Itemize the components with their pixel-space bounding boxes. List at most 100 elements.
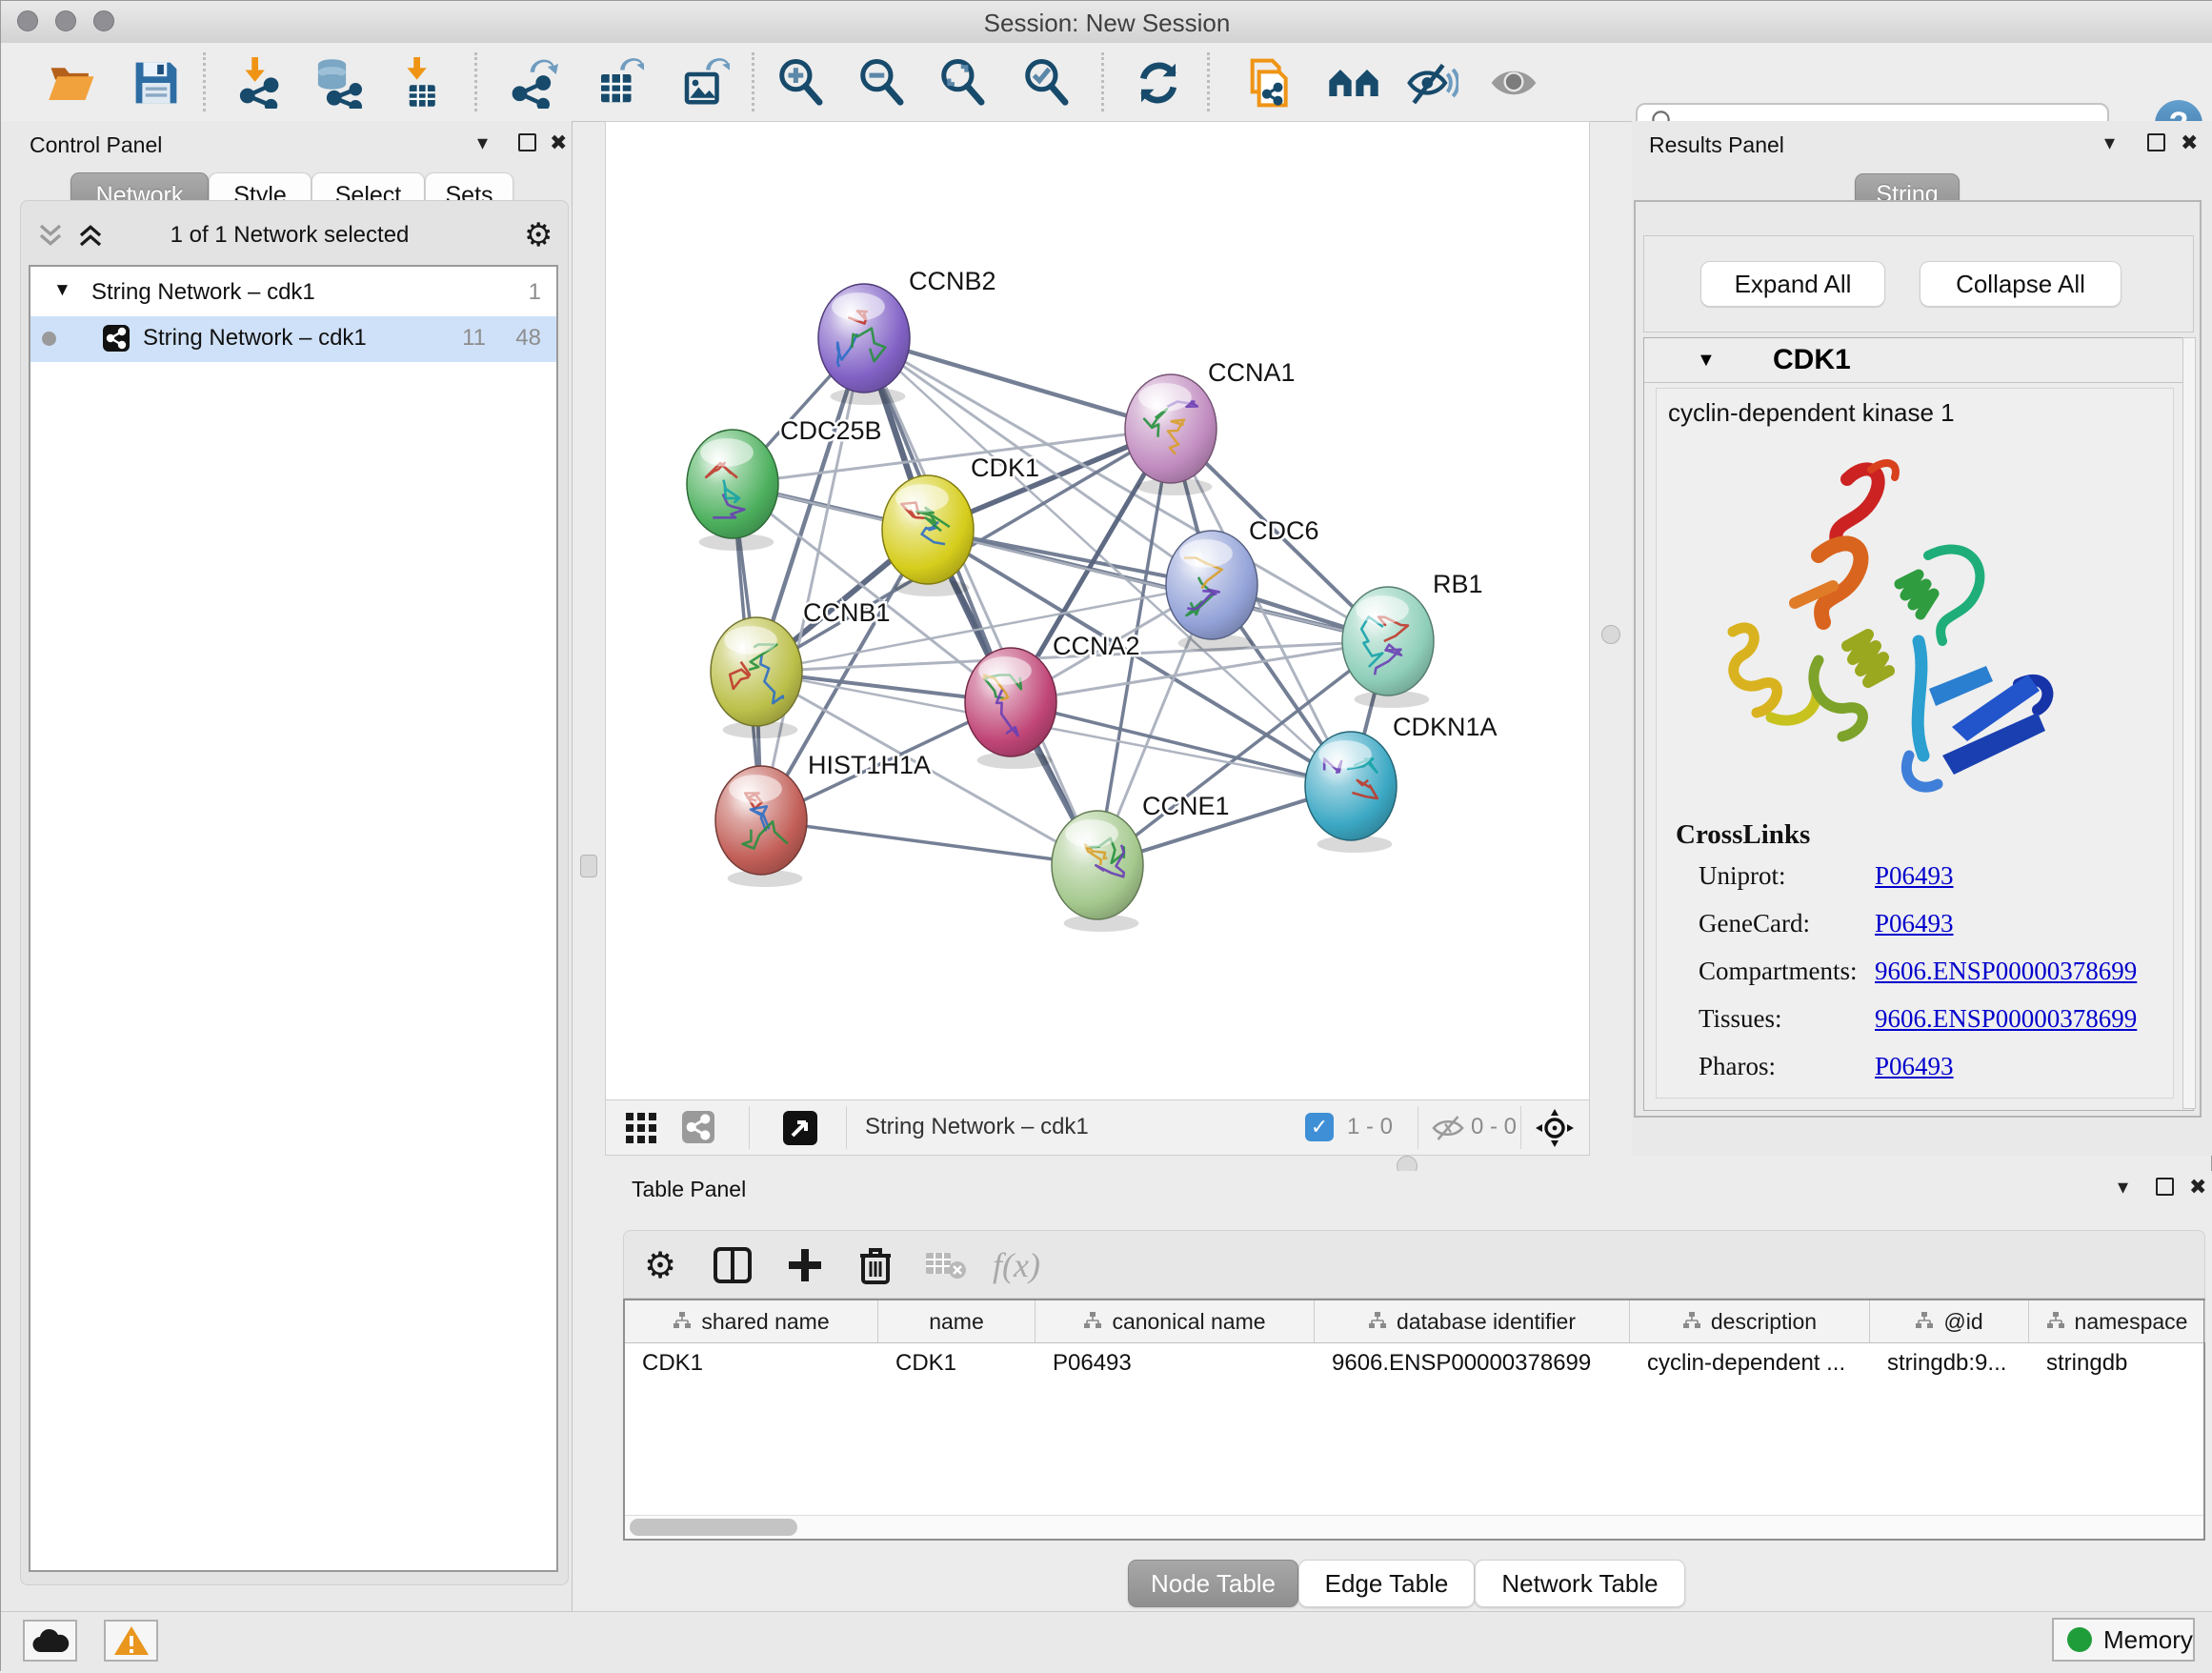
node-label-CDC6: CDC6 xyxy=(1249,516,1319,545)
table-gear-icon[interactable]: ⚙ xyxy=(635,1240,685,1290)
network-node-CCNB1[interactable]: CCNB1 xyxy=(711,598,891,738)
panel-menu-icon[interactable]: ▾ xyxy=(2104,131,2115,155)
function-builder-icon[interactable]: f(x) xyxy=(992,1240,1041,1290)
column-header-shared-name[interactable]: shared name xyxy=(625,1300,878,1342)
column-header-namespace[interactable]: namespace xyxy=(2029,1300,2205,1342)
show-columns-icon[interactable] xyxy=(708,1240,757,1290)
cloud-button[interactable] xyxy=(23,1620,77,1662)
network-edge-CCNB2-CCNE1[interactable] xyxy=(864,338,1097,865)
crosslink-tissues[interactable]: 9606.ENSP00000378699 xyxy=(1875,1004,2137,1034)
tab-edge-table[interactable]: Edge Table xyxy=(1298,1560,1475,1607)
crosslink-genecard[interactable]: P06493 xyxy=(1875,909,1954,938)
expand-all-icon[interactable] xyxy=(76,222,105,249)
collapse-all-icon[interactable] xyxy=(36,222,65,249)
delete-table-icon[interactable] xyxy=(921,1240,971,1290)
crosshair-icon[interactable] xyxy=(1536,1109,1574,1147)
crosslink-uniprot[interactable]: P06493 xyxy=(1875,861,1954,891)
network-edge-CCNB2-HIST1H1A[interactable] xyxy=(761,338,864,820)
panel-float-icon[interactable] xyxy=(2147,133,2165,151)
crosslink-compartments[interactable]: 9606.ENSP00000378699 xyxy=(1875,957,2137,986)
cloud-icon xyxy=(31,1627,70,1654)
node-label-CDKN1A: CDKN1A xyxy=(1393,713,1498,741)
export-image-icon[interactable] xyxy=(676,55,732,111)
column-header-database-identifier[interactable]: database identifier xyxy=(1315,1300,1630,1342)
open-session-icon[interactable] xyxy=(45,55,100,111)
memory-button[interactable]: Memory xyxy=(2052,1618,2195,1662)
refresh-icon[interactable] xyxy=(1131,55,1186,111)
warning-button[interactable] xyxy=(104,1620,158,1662)
toolbar-separator xyxy=(203,52,206,111)
birds-eye-view-icon[interactable] xyxy=(783,1111,817,1145)
entry-collapse-icon[interactable]: ▼ xyxy=(1697,350,1716,372)
network-node-CCNA2[interactable]: CCNA2 xyxy=(965,632,1140,769)
export-network-icon[interactable] xyxy=(505,55,560,111)
network-row-selected[interactable]: String Network – cdk1 11 48 xyxy=(30,316,556,362)
network-selection-status: 1 of 1 Network selected xyxy=(126,222,453,249)
tab-node-table[interactable]: Node Table xyxy=(1128,1560,1298,1607)
network-view-mode-icon[interactable] xyxy=(682,1111,714,1143)
network-node-CCNE1[interactable]: CCNE1 xyxy=(1052,792,1230,932)
network-node-CDC25B[interactable]: CDC25B xyxy=(687,416,882,551)
show-eye-icon[interactable] xyxy=(1486,55,1541,111)
toolbar-separator xyxy=(1101,52,1104,111)
table-header-row: shared namenamecanonical namedatabase id… xyxy=(625,1300,2203,1343)
network-node-CCNB2[interactable]: CCNB2 xyxy=(818,267,996,405)
copy-network-view-icon[interactable] xyxy=(1240,55,1296,111)
panel-close-icon[interactable]: ✖ xyxy=(2181,131,2198,155)
zoom-in-icon[interactable] xyxy=(774,55,829,111)
crosslink-pharos[interactable]: P06493 xyxy=(1875,1052,1954,1081)
tab-network-table[interactable]: Network Table xyxy=(1475,1560,1685,1607)
results-scrollbar[interactable] xyxy=(2182,337,2196,1109)
network-node-HIST1H1A[interactable]: HIST1H1A xyxy=(715,751,931,887)
save-session-icon[interactable] xyxy=(129,55,184,111)
houses-icon[interactable] xyxy=(1326,55,1381,111)
import-table-file-icon[interactable] xyxy=(392,55,448,111)
column-header-canonical-name[interactable]: canonical name xyxy=(1036,1300,1315,1342)
network-graph[interactable]: CCNB2CCNA1CDC25BCDK1CDC6RB1CCNB1CCNA2CDK… xyxy=(606,122,1589,1100)
status-bar: Memory xyxy=(1,1611,2212,1673)
panel-menu-icon[interactable]: ▾ xyxy=(2118,1175,2128,1199)
network-edge-HIST1H1A-CCNE1[interactable] xyxy=(761,820,1097,865)
toolbar-separator xyxy=(752,52,754,111)
network-node-CCNA1[interactable]: CCNA1 xyxy=(1125,358,1296,495)
panel-close-icon[interactable]: ✖ xyxy=(550,131,567,155)
string-results-container: Expand All Collapse All ▼ CDK1 cyclin-de… xyxy=(1634,200,2202,1118)
hide-selected-eye-slash-icon[interactable] xyxy=(1404,55,1459,111)
table-horizontal-scrollbar[interactable] xyxy=(625,1515,2203,1539)
collapse-all-button[interactable]: Collapse All xyxy=(1920,261,2122,307)
column-header-description[interactable]: description xyxy=(1630,1300,1870,1342)
zoom-fit-icon[interactable] xyxy=(935,55,991,111)
network-collection-row[interactable]: ▼ String Network – cdk1 1 xyxy=(30,271,556,316)
grid-view-icon[interactable] xyxy=(625,1112,657,1144)
panel-float-icon[interactable] xyxy=(2156,1178,2174,1196)
column-header-name[interactable]: name xyxy=(878,1300,1036,1342)
network-node-CDKN1A[interactable]: CDKN1A xyxy=(1305,713,1498,853)
create-column-icon[interactable] xyxy=(780,1240,830,1290)
main-toolbar: ? xyxy=(1,43,2212,122)
network-node-RB1[interactable]: RB1 xyxy=(1342,570,1483,708)
column-type-icon xyxy=(1368,1309,1387,1335)
zoom-selected-icon[interactable] xyxy=(1019,55,1075,111)
import-network-file-icon[interactable] xyxy=(231,55,286,111)
window-title: Session: New Session xyxy=(1,9,2212,38)
delete-column-icon[interactable] xyxy=(851,1240,900,1290)
network-edge-CCNB2-CCNA1[interactable] xyxy=(864,338,1171,429)
node-label-HIST1H1A: HIST1H1A xyxy=(808,751,931,779)
table-row[interactable]: CDK1CDK1P064939606.ENSP00000378699cyclin… xyxy=(625,1342,2203,1384)
table-cell: 9606.ENSP00000378699 xyxy=(1315,1342,1630,1384)
tree-expand-icon[interactable]: ▼ xyxy=(53,280,71,301)
crosslink-label: Tissues: xyxy=(1699,1004,1782,1033)
import-network-database-icon[interactable] xyxy=(309,55,364,111)
right-splitter-handle[interactable] xyxy=(1601,625,1620,644)
zoom-out-icon[interactable] xyxy=(855,55,910,111)
selected-checkbox-icon[interactable]: ✓ xyxy=(1305,1113,1334,1141)
export-table-icon[interactable] xyxy=(591,55,646,111)
scrollbar-thumb[interactable] xyxy=(630,1519,797,1536)
panel-close-icon[interactable]: ✖ xyxy=(2189,1175,2206,1199)
column-header--id[interactable]: @id xyxy=(1870,1300,2029,1342)
panel-float-icon[interactable] xyxy=(518,133,536,151)
panel-menu-icon[interactable]: ▾ xyxy=(477,131,488,155)
expand-all-button[interactable]: Expand All xyxy=(1700,261,1885,307)
left-splitter-handle[interactable] xyxy=(580,855,597,877)
gear-icon[interactable]: ⚙ xyxy=(524,216,553,254)
